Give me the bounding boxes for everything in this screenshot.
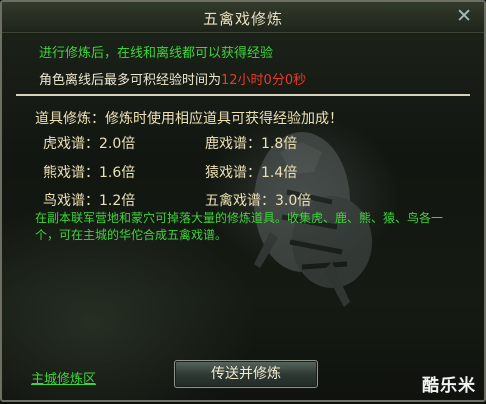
multiplier-ape: 猿戏谱：1.4倍 — [205, 165, 298, 181]
teleport-and-train-button[interactable]: 传送并修炼 — [174, 360, 318, 388]
training-dialog: 五禽戏修炼 ✕ 进行修炼后，在线和离线都可以获得经验 角色离线后最多可积经验时间… — [0, 0, 486, 402]
window-title: 五禽戏修炼 — [202, 10, 283, 28]
item-training-heading: 道具修炼：修炼时使用相应道具可获得经验加成！ — [35, 111, 343, 127]
intro-text: 进行修炼后，在线和离线都可以获得经验 — [39, 46, 274, 61]
multiplier-five-animals: 五禽戏谱：3.0倍 — [205, 193, 312, 209]
drop-info-note: 在副本联军营地和蒙穴可掉落大量的修炼道具。收集虎、鹿、熊、猿、鸟各一个，可在主城… — [35, 211, 444, 242]
main-city-training-zone-link[interactable]: 主城修炼区 — [31, 368, 96, 387]
offline-limit-label: 角色离线后最多可积经验时间为 — [39, 73, 222, 88]
site-watermark: 酷乐米 — [422, 376, 476, 396]
offline-limit-value: 12小时0分0秒 — [221, 73, 307, 88]
multiplier-deer: 鹿戏谱：1.8倍 — [205, 136, 298, 152]
multiplier-bear: 熊戏谱：1.6倍 — [43, 165, 136, 181]
multiplier-tiger: 虎戏谱：2.0倍 — [43, 136, 136, 152]
section-divider — [16, 94, 470, 96]
multiplier-bird: 鸟戏谱：1.2倍 — [43, 193, 136, 209]
close-icon[interactable]: ✕ — [456, 5, 472, 27]
title-bar: 五禽戏修炼 ✕ — [2, 2, 484, 33]
offline-limit-line: 角色离线后最多可积经验时间为12小时0分0秒 — [39, 69, 306, 88]
